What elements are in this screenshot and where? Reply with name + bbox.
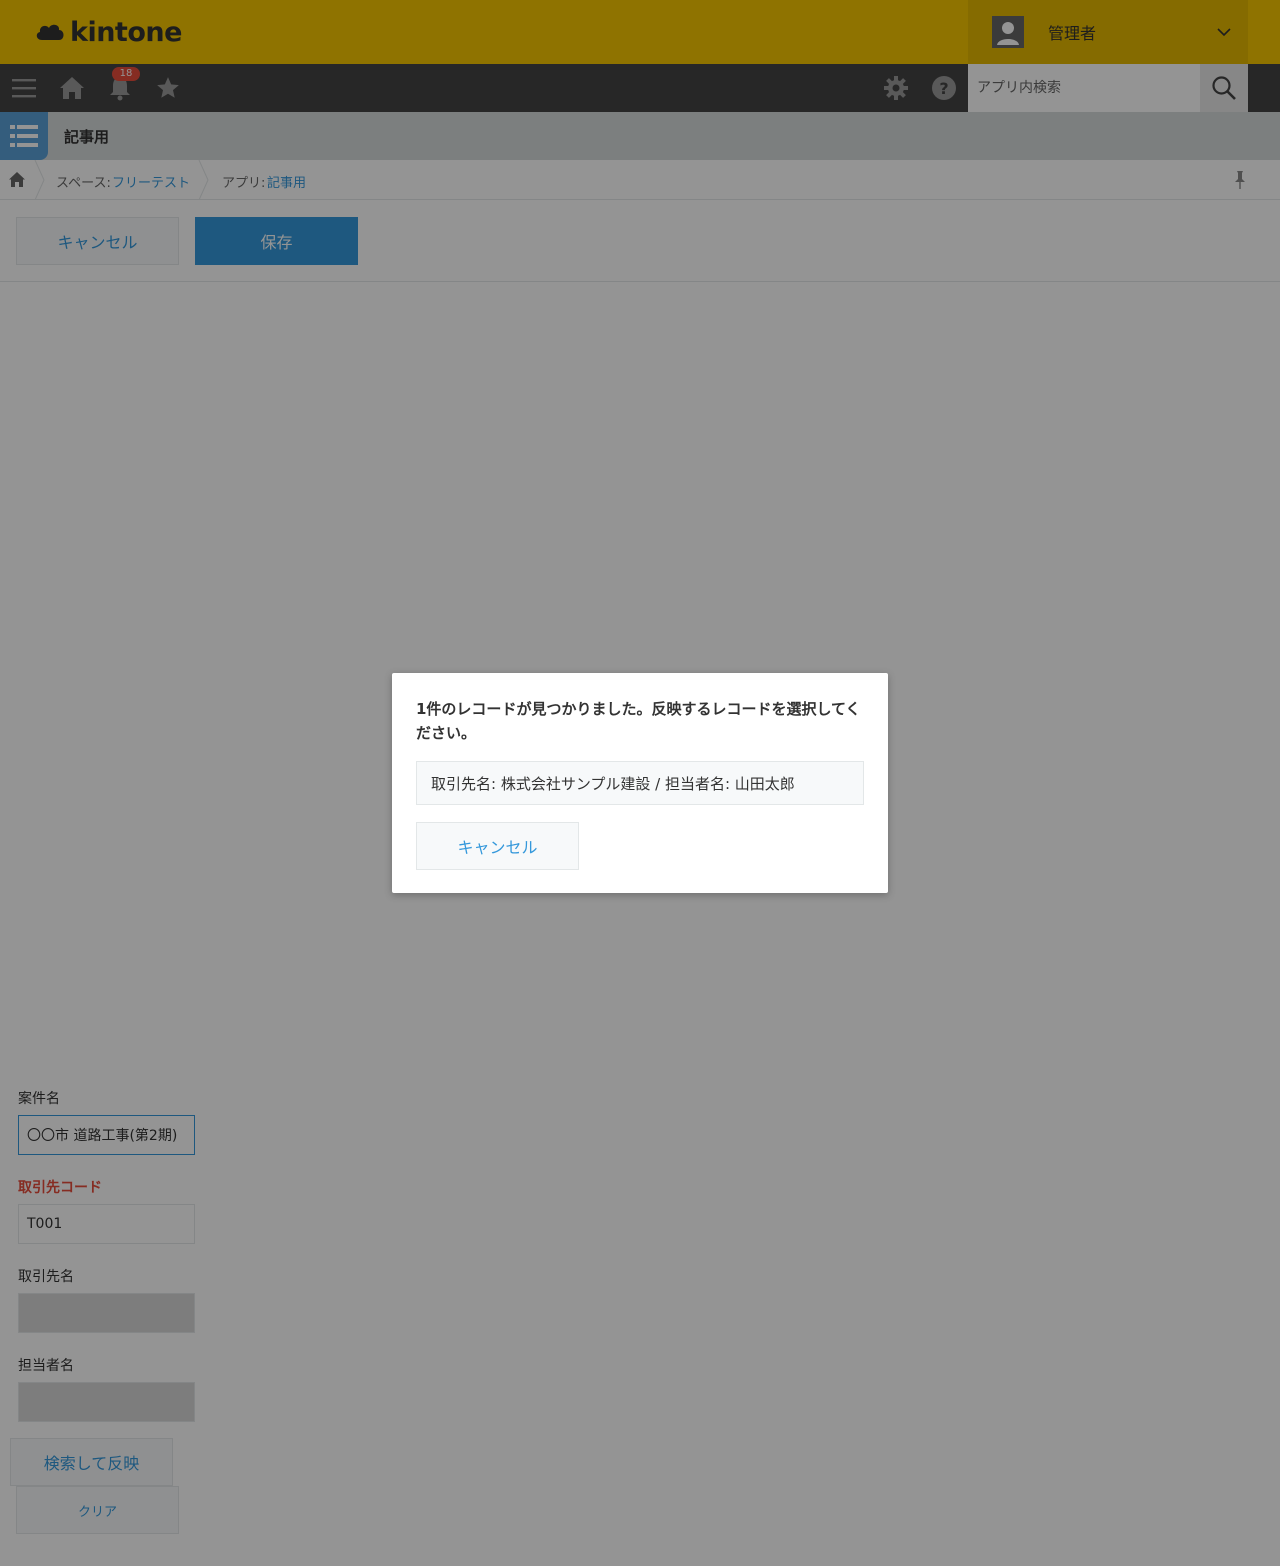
dialog-cancel-button[interactable]: キャンセル — [416, 822, 579, 870]
dialog-record-option[interactable]: 取引先名: 株式会社サンプル建設 / 担当者名: 山田太郎 — [416, 761, 864, 805]
dialog-message: 1件のレコードが見つかりました。反映するレコードを選択してください。 — [416, 700, 861, 742]
